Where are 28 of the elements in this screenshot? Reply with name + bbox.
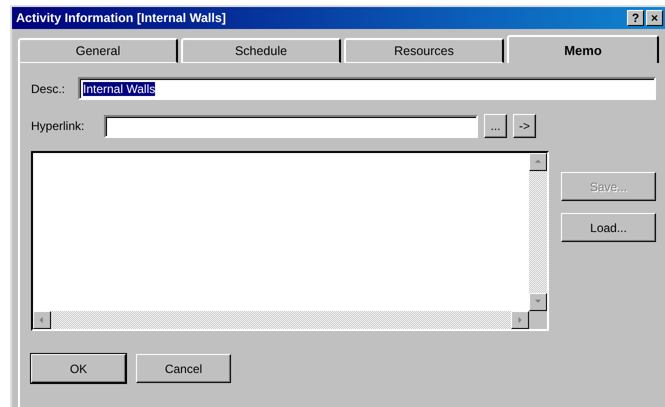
scroll-left-button[interactable]: [33, 311, 51, 329]
scroll-down-button[interactable]: [529, 293, 547, 311]
window-title: Activity Information [Internal Walls]: [16, 11, 227, 25]
memo-field[interactable]: [31, 151, 549, 331]
left-arrow-icon: [38, 316, 46, 324]
vertical-scrollbar[interactable]: [529, 153, 547, 311]
tab[interactable]: Schedule: [181, 38, 341, 63]
field-label: Desc.:: [31, 82, 66, 96]
scroll-up-button[interactable]: [529, 153, 547, 171]
scroll-right-button[interactable]: [511, 311, 529, 329]
input-field[interactable]: [104, 114, 478, 138]
input-field[interactable]: Internal Walls: [78, 77, 656, 100]
dialog-button[interactable]: Cancel: [136, 354, 231, 383]
memo-button[interactable]: Load...: [561, 213, 656, 242]
field-label: Hyperlink:: [31, 119, 86, 133]
title-bar-button[interactable]: ×: [646, 10, 663, 26]
up-arrow-icon: [534, 158, 542, 166]
field-value: Internal Walls: [83, 82, 156, 96]
small-button[interactable]: ...: [484, 114, 507, 138]
right-arrow-icon: [516, 316, 524, 324]
scrollbar-corner: [529, 311, 547, 329]
title-bar-button[interactable]: ?: [627, 10, 644, 26]
tab[interactable]: Memo: [507, 35, 659, 63]
tab[interactable]: General: [18, 38, 178, 63]
dialog-button[interactable]: OK: [31, 354, 126, 383]
tab[interactable]: Resources: [344, 38, 504, 63]
horizontal-scrollbar[interactable]: [33, 311, 529, 329]
small-button[interactable]: ->: [513, 114, 536, 138]
